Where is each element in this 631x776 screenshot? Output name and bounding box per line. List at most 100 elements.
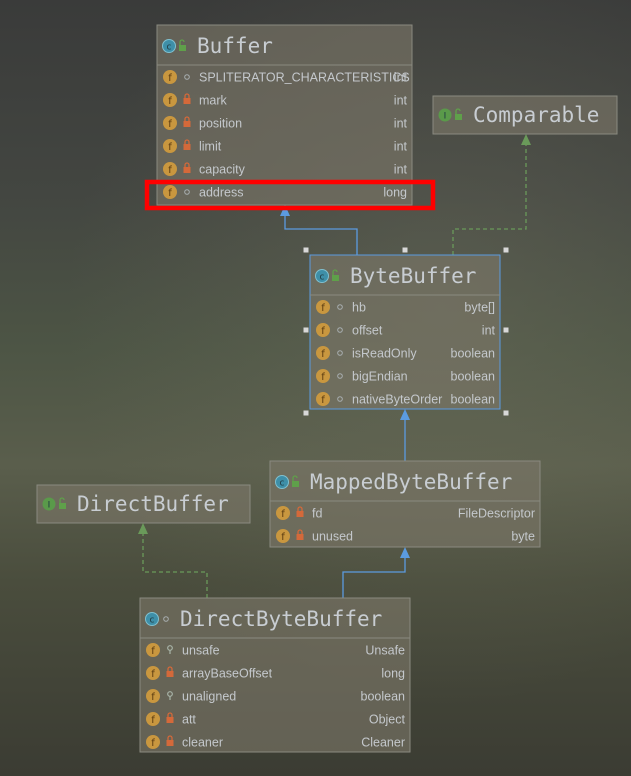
field-name: cleaner <box>182 736 223 750</box>
uml-class-diagram: c Buffer f SPLITERATOR_CHARACTERISTICSint f m… <box>36 24 618 753</box>
edge-mappedbytebuffer-bytebuffer[interactable] <box>400 409 410 461</box>
field-type: byte[] <box>464 301 495 315</box>
public-lock-icon <box>59 503 66 509</box>
field-type: boolean <box>451 393 496 407</box>
field-name: isReadOnly <box>352 347 417 361</box>
class-kind-letter: c <box>280 479 285 489</box>
class-node-directbuffer[interactable]: I DirectBuffer <box>36 484 251 524</box>
class-node-directbytebuffer[interactable]: c DirectByteBuffer f unsafe Unsafe f arrayBase… <box>139 597 411 753</box>
field-type: boolean <box>361 690 406 704</box>
field-icon-letter: f <box>151 669 155 680</box>
field-icon-letter: f <box>281 509 285 520</box>
field-name: capacity <box>199 163 246 177</box>
arrowhead-icon <box>521 134 531 145</box>
class-name: DirectBuffer <box>77 492 229 516</box>
field-icon-letter: f <box>321 349 325 360</box>
field-name: unsafe <box>182 644 220 658</box>
field-icon-letter: f <box>151 738 155 749</box>
field-name: arrayBaseOffset <box>182 667 273 681</box>
selection-handle[interactable] <box>303 327 309 333</box>
field-name: hb <box>352 301 366 315</box>
class-node-buffer[interactable]: c Buffer f SPLITERATOR_CHARACTERISTICSint f m… <box>156 24 413 206</box>
field-type: int <box>394 117 408 131</box>
field-name: position <box>199 117 242 131</box>
edge-directbytebuffer-mappedbytebuffer[interactable] <box>342 547 410 598</box>
field-icon-letter: f <box>321 303 325 314</box>
field-type: boolean <box>451 347 496 361</box>
field-type: long <box>381 667 405 681</box>
field-name: address <box>199 186 243 200</box>
selection-handle[interactable] <box>303 410 309 416</box>
class-kind-letter: c <box>167 43 172 53</box>
field-type: int <box>394 163 408 177</box>
edge-line <box>284 208 358 255</box>
field-row[interactable]: f SPLITERATOR_CHARACTERISTICSint <box>163 70 410 85</box>
public-lock-icon <box>292 481 299 487</box>
field-icon-letter: f <box>168 165 172 176</box>
field-type: int <box>394 140 408 154</box>
field-type: int <box>394 71 408 85</box>
field-icon-letter: f <box>151 692 155 703</box>
class-kind-letter: c <box>150 616 155 626</box>
class-name: MappedByteBuffer <box>310 470 512 494</box>
field-name: att <box>182 713 196 727</box>
field-name: unaligned <box>182 690 236 704</box>
class-node-mappedbytebuffer[interactable]: c MappedByteBuffer f fd FileDescriptor f unuse… <box>269 460 541 548</box>
selection-handle[interactable] <box>503 327 509 333</box>
field-type: boolean <box>451 370 496 384</box>
field-type: FileDescriptor <box>458 507 535 521</box>
field-icon-letter: f <box>168 119 172 130</box>
field-type: Cleaner <box>361 736 405 750</box>
field-type: int <box>394 94 408 108</box>
edge-line <box>342 550 406 598</box>
public-lock-icon <box>332 275 339 281</box>
public-lock-icon <box>179 45 186 51</box>
class-kind-letter: c <box>320 273 325 283</box>
field-icon-letter: f <box>168 96 172 107</box>
class-name: ByteBuffer <box>350 264 476 288</box>
field-name: SPLITERATOR_CHARACTERISTICS <box>199 71 410 85</box>
lock-icon <box>183 144 191 150</box>
field-name: bigEndian <box>352 370 408 384</box>
edge-bytebuffer-comparable[interactable] <box>452 134 531 255</box>
field-icon-letter: f <box>321 326 325 337</box>
field-name: limit <box>199 140 222 154</box>
lock-icon <box>166 671 174 677</box>
field-name: offset <box>352 324 383 338</box>
class-name: Comparable <box>473 103 599 127</box>
lock-icon <box>296 511 304 517</box>
class-name: Buffer <box>197 34 273 58</box>
field-name: mark <box>199 94 228 108</box>
field-name: nativeByteOrder <box>352 393 442 407</box>
edge-bytebuffer-buffer[interactable] <box>280 205 358 255</box>
arrowhead-icon <box>400 547 410 558</box>
class-kind-letter: I <box>48 501 51 511</box>
field-icon-letter: f <box>168 73 172 84</box>
class-kind-letter: I <box>444 112 447 122</box>
class-node-bytebuffer[interactable]: c ByteBuffer f hb byte[] f offset int f isReadOnl… <box>309 254 501 410</box>
arrowhead-icon <box>400 409 410 420</box>
lock-icon <box>166 740 174 746</box>
field-type: int <box>482 324 496 338</box>
field-name: unused <box>312 530 353 544</box>
edge-line <box>452 137 527 255</box>
selection-handle[interactable] <box>303 247 309 253</box>
class-node-comparable[interactable]: I Comparable <box>432 95 618 135</box>
field-type: byte <box>511 530 535 544</box>
selection-handle[interactable] <box>503 247 509 253</box>
field-type: long <box>383 186 407 200</box>
selection-handle[interactable] <box>402 247 408 253</box>
selection-handle[interactable] <box>503 410 509 416</box>
class-name: DirectByteBuffer <box>180 607 382 631</box>
lock-icon <box>166 717 174 723</box>
class-box[interactable] <box>156 24 413 206</box>
field-type: Object <box>369 713 406 727</box>
field-icon-letter: f <box>321 395 325 406</box>
edge-directbytebuffer-directbuffer[interactable] <box>138 523 208 598</box>
edge-line <box>142 526 208 598</box>
arrowhead-icon <box>138 523 148 534</box>
field-icon-letter: f <box>151 715 155 726</box>
field-name: fd <box>312 507 322 521</box>
lock-icon <box>183 121 191 127</box>
lock-icon <box>183 98 191 104</box>
